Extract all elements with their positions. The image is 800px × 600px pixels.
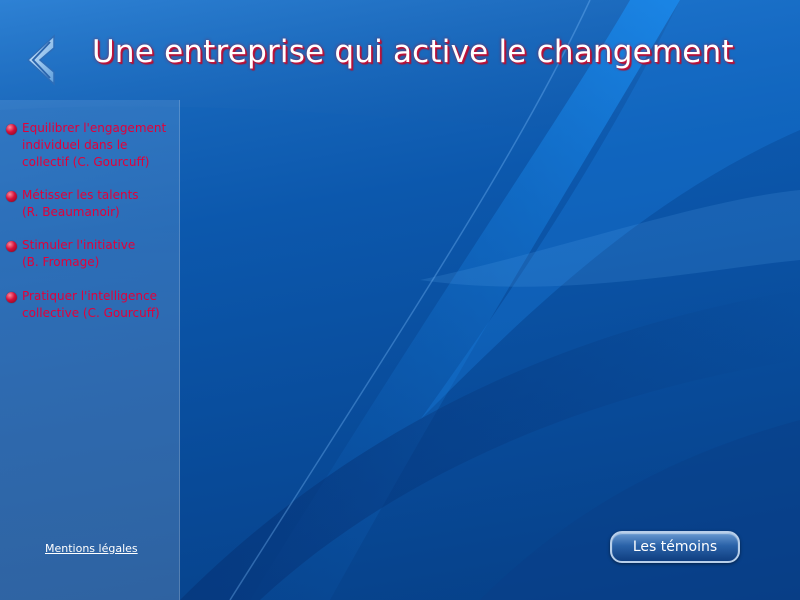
back-button[interactable] <box>20 32 62 88</box>
sidebar-item-intelligence[interactable]: Pratiquer l'intelligence collective (C. … <box>6 288 176 322</box>
sidebar-item-label: Pratiquer l'intelligence collective (C. … <box>22 289 160 320</box>
chevron-left-icon <box>26 34 55 86</box>
bullet-icon <box>6 191 17 202</box>
page-title: Une entreprise qui active le changement <box>92 34 734 70</box>
temoins-button[interactable]: Les témoins <box>610 531 740 563</box>
bullet-icon <box>6 241 17 252</box>
bullet-icon <box>6 292 17 303</box>
bullet-icon <box>6 124 17 135</box>
sidebar-item-talents[interactable]: Métisser les talents (R. Beaumanoir) <box>6 187 176 221</box>
sidebar-item-engagement[interactable]: Equilibrer l'engagement individuel dans … <box>6 120 176 172</box>
page-background: Une entreprise qui active le changement … <box>0 0 800 600</box>
sidebar-item-label: Stimuler l'initiative (B. Fromage) <box>22 238 136 269</box>
sidebar-item-label: Métisser les talents (R. Beaumanoir) <box>22 188 139 219</box>
legal-notice-link[interactable]: Mentions légales <box>45 542 138 555</box>
sidebar-item-label: Equilibrer l'engagement individuel dans … <box>22 121 167 169</box>
sidebar-panel <box>0 100 180 600</box>
sidebar-item-initiative[interactable]: Stimuler l'initiative (B. Fromage) <box>6 237 176 271</box>
